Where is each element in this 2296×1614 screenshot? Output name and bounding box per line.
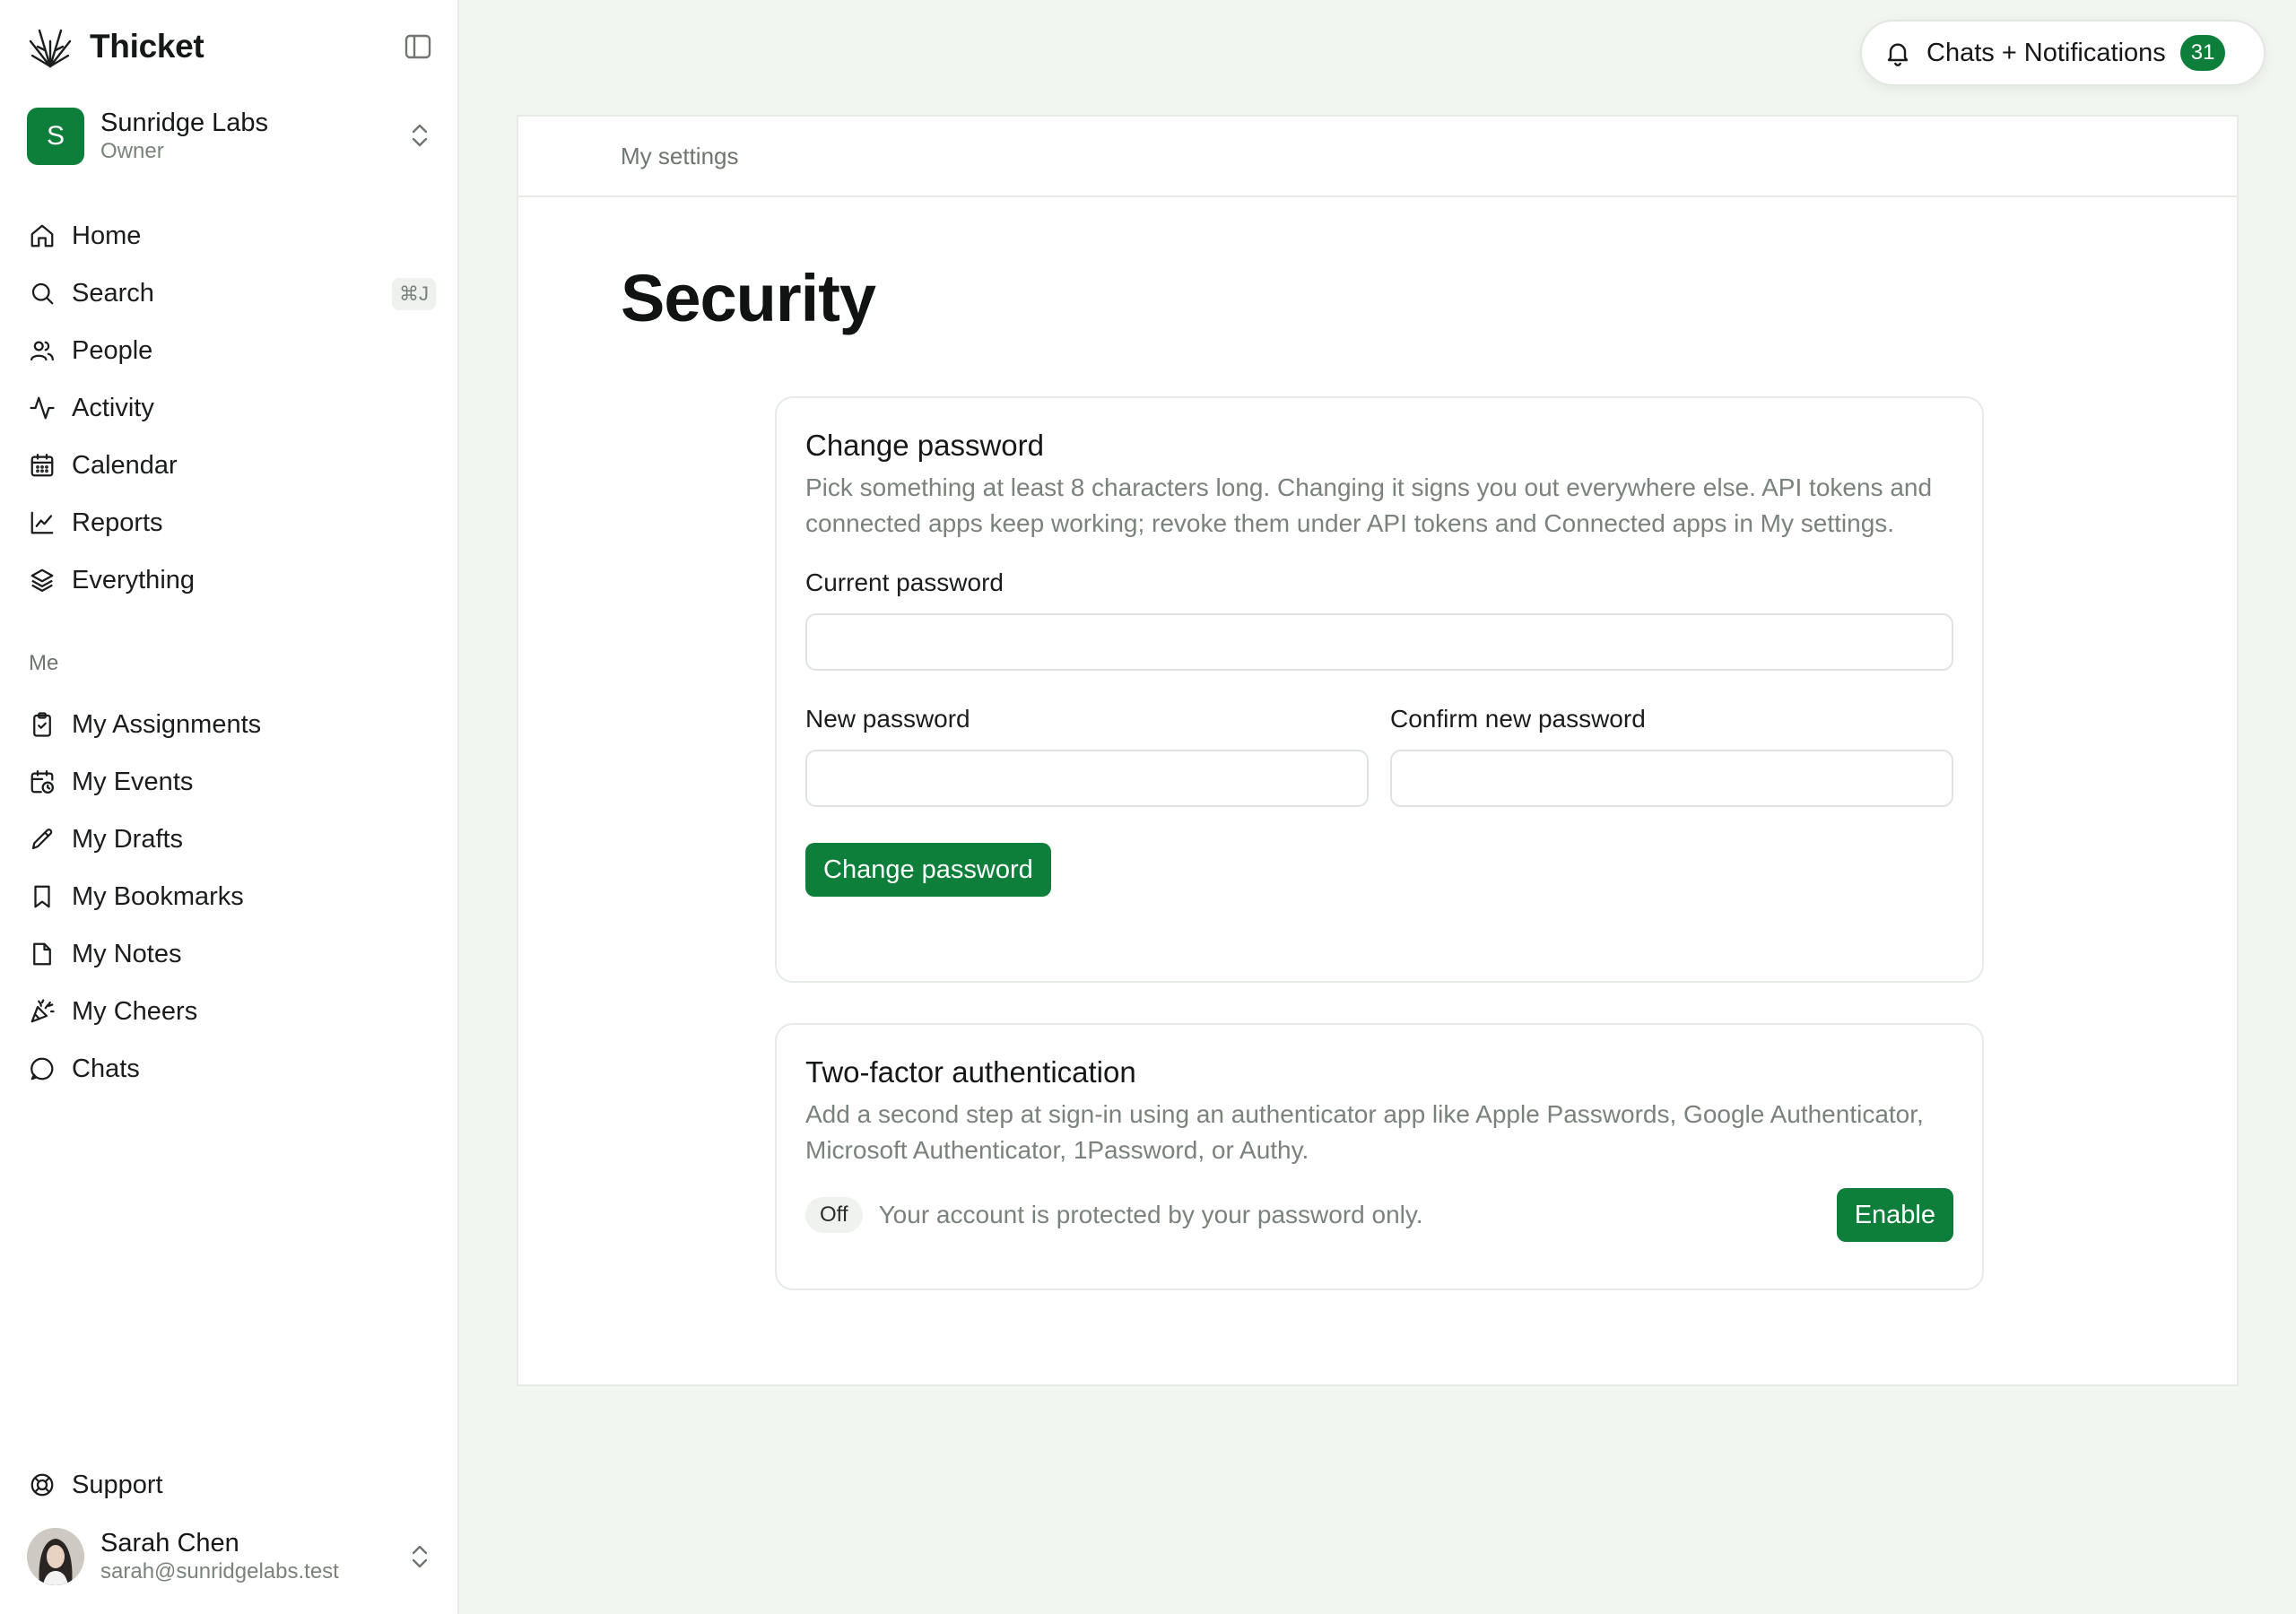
notifications-label: Chats + Notifications (1926, 38, 2166, 67)
workspace-avatar: S (27, 108, 84, 165)
avatar (27, 1528, 84, 1585)
calendar-clock-icon (27, 767, 57, 797)
nav-item-my-events[interactable]: My Events (27, 753, 436, 811)
sidebar-toggle-icon (404, 34, 431, 59)
change-password-title: Change password (805, 429, 1044, 462)
nav-item-activity[interactable]: Activity (27, 379, 436, 437)
activity-icon (27, 393, 57, 423)
people-icon (27, 335, 57, 366)
confirm-password-input[interactable] (1390, 750, 1953, 807)
nav-item-support[interactable]: Support (27, 1456, 436, 1514)
nav-item-calendar[interactable]: Calendar (27, 437, 436, 494)
workspace-role: Owner (100, 139, 164, 163)
status-badge: Off (805, 1197, 863, 1233)
note-icon (27, 939, 57, 969)
chats-notifications-button[interactable]: Chats + Notifications 31 (1860, 20, 2266, 86)
section-label-me: Me (29, 651, 59, 675)
nav-item-my-notes[interactable]: My Notes (27, 925, 436, 983)
support-nav: Support (27, 1456, 436, 1514)
notifications-count-badge: 31 (2179, 35, 2226, 71)
app-name: Thicket (90, 28, 204, 65)
change-password-card: Change password Pick something at least … (775, 396, 1984, 983)
user-email: sarah@sunridgelabs.test (100, 1559, 339, 1584)
nav-item-everything[interactable]: Everything (27, 551, 436, 609)
new-password-label: New password (805, 705, 970, 733)
me-nav: My Assignments My Events My Drafts My Bo… (27, 696, 436, 1098)
two-factor-title: Two-factor authentication (805, 1055, 1136, 1089)
pencil-icon (27, 824, 57, 855)
nav-item-my-assignments[interactable]: My Assignments (27, 696, 436, 753)
breadcrumb-my-settings[interactable]: My settings (621, 143, 739, 170)
bell-icon (1887, 43, 1909, 66)
nav-item-my-bookmarks[interactable]: My Bookmarks (27, 868, 436, 925)
two-factor-status-text: Your account is protected by your passwo… (878, 1201, 1423, 1228)
settings-panel: My settings Security Change password Pic… (517, 115, 2239, 1386)
lifebuoy-icon (27, 1470, 57, 1500)
party-popper-icon (27, 996, 57, 1027)
change-password-button[interactable]: Change password (805, 843, 1051, 897)
sidebar-toggle-button[interactable] (400, 30, 436, 63)
calendar-icon (27, 450, 57, 481)
home-icon (27, 221, 57, 251)
user-menu[interactable]: Sarah Chen sarah@sunridgelabs.test (27, 1524, 436, 1589)
breadcrumb: My settings (518, 117, 2237, 197)
chevron-up-down-icon (404, 1540, 436, 1573)
shortcut-badge: ⌘J (392, 278, 436, 310)
workspace-switcher[interactable]: S Sunridge Labs Owner (27, 103, 436, 169)
sidebar: Thicket S Sunridge Labs Owner Home Searc… (0, 0, 459, 1614)
chart-icon (27, 508, 57, 538)
nav-item-home[interactable]: Home (27, 207, 436, 265)
nav-item-reports[interactable]: Reports (27, 494, 436, 551)
page-title: Security (621, 261, 876, 335)
chat-bubble-icon (27, 1054, 57, 1084)
chevron-up-down-icon (404, 119, 436, 152)
nav-item-chats[interactable]: Chats (27, 1040, 436, 1098)
nav-item-people[interactable]: People (27, 322, 436, 379)
nav-item-my-cheers[interactable]: My Cheers (27, 983, 436, 1040)
user-name: Sarah Chen (100, 1529, 239, 1558)
thicket-logo-icon (29, 29, 72, 68)
confirm-password-label: Confirm new password (1390, 705, 1646, 733)
bookmark-icon (27, 881, 57, 912)
current-password-label: Current password (805, 568, 1004, 596)
change-password-description: Pick something at least 8 characters lon… (805, 473, 1933, 537)
clipboard-icon (27, 709, 57, 740)
two-factor-card: Two-factor authentication Add a second s… (775, 1023, 1984, 1290)
enable-two-factor-button[interactable]: Enable (1836, 1188, 1953, 1242)
nav-item-my-drafts[interactable]: My Drafts (27, 811, 436, 868)
nav-item-search[interactable]: Search ⌘J (27, 265, 436, 322)
workspace-name: Sunridge Labs (100, 108, 269, 137)
new-password-input[interactable] (805, 750, 1369, 807)
brand[interactable]: Thicket (27, 22, 204, 72)
current-password-input[interactable] (805, 613, 1953, 671)
primary-nav: Home Search ⌘J People Activity Calendar … (27, 207, 436, 609)
search-icon (27, 278, 57, 308)
layers-icon (27, 565, 57, 595)
two-factor-description: Add a second step at sign-in using an au… (805, 1100, 1924, 1164)
